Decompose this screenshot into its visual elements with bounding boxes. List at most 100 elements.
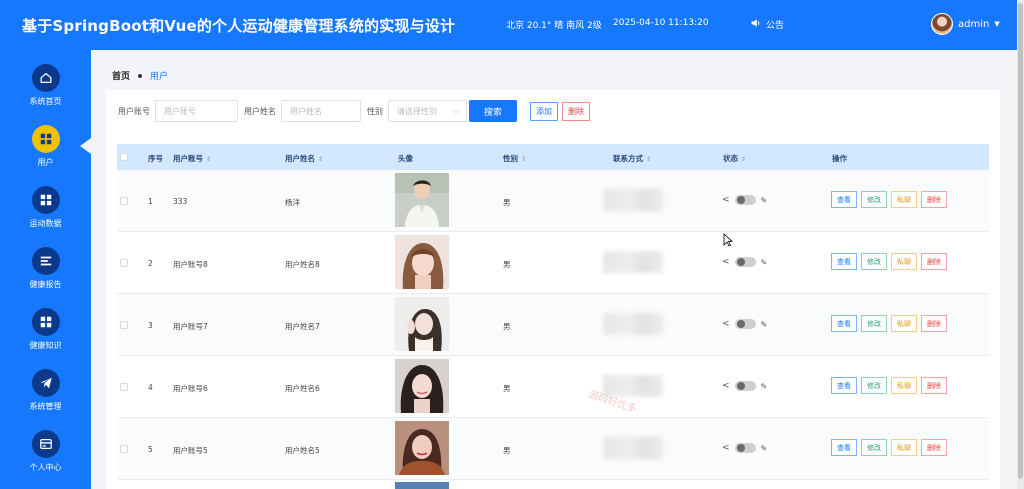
sort-icon: ⇕ xyxy=(318,156,324,163)
view-button[interactable]: 查看 xyxy=(831,253,857,270)
column-name[interactable]: 用户姓名 ⇕ xyxy=(285,153,323,164)
grid-icon xyxy=(31,308,60,336)
table-row: 3 用户账号7 用户姓名7 男 < ✎ 查看 修改 私聊 删除 xyxy=(117,294,989,356)
sidebar-item-label: 健康知识 xyxy=(29,341,62,350)
sort-icon: ⇕ xyxy=(646,156,652,163)
account-search-input[interactable]: 用户账号 xyxy=(155,100,238,122)
add-button[interactable]: 添加 xyxy=(530,102,558,121)
status-toggle[interactable] xyxy=(734,443,756,453)
column-account[interactable]: 用户账号 ⇕ xyxy=(173,153,211,164)
row-name: 用户姓名5 xyxy=(285,446,320,455)
delete-button[interactable]: 删除 xyxy=(921,191,947,208)
sidebar-item-label: 个人中心 xyxy=(29,463,62,472)
row-account: 用户账号8 xyxy=(173,260,208,269)
table-row: 4 用户账号6 用户姓名6 男 < ✎ 查看 修改 私聊 删除 xyxy=(117,356,989,418)
notice-button[interactable]: 公告 xyxy=(750,17,784,32)
view-button[interactable]: 查看 xyxy=(831,315,857,332)
edit-pen-icon[interactable]: ✎ xyxy=(761,196,768,205)
edit-button[interactable]: 修改 xyxy=(861,191,887,208)
contact-blurred xyxy=(603,437,663,459)
app-title: 基于SpringBoot和Vue的个人运动健康管理系统的实现与设计 xyxy=(22,16,456,35)
column-name-label: 用户姓名 xyxy=(285,154,315,163)
user-avatar-image[interactable] xyxy=(395,297,449,351)
edit-pen-icon[interactable]: ✎ xyxy=(761,258,768,267)
column-contact-label: 联系方式 xyxy=(613,154,643,163)
edit-pen-icon[interactable]: ✎ xyxy=(761,382,768,391)
share-icon[interactable]: < xyxy=(722,195,730,205)
chat-button[interactable]: 私聊 xyxy=(891,253,917,270)
view-button[interactable]: 查看 xyxy=(831,377,857,394)
sidebar-item-label: 系统首页 xyxy=(29,97,62,106)
sort-icon: ⇕ xyxy=(521,156,527,163)
contact-blurred xyxy=(603,313,663,335)
user-avatar-image[interactable] xyxy=(395,235,449,289)
edit-button[interactable]: 修改 xyxy=(861,253,887,270)
row-index: 1 xyxy=(148,197,153,206)
user-avatar[interactable] xyxy=(931,13,953,35)
page-scrollbar[interactable] xyxy=(1017,0,1024,489)
row-checkbox[interactable] xyxy=(120,445,128,453)
select-all-checkbox[interactable] xyxy=(120,153,128,161)
search-button[interactable]: 搜索 xyxy=(469,100,517,122)
share-icon[interactable]: < xyxy=(722,319,730,329)
sidebar-item-health-knowledge[interactable]: 健康知识 xyxy=(0,294,91,352)
column-status[interactable]: 状态 ⇕ xyxy=(723,153,746,164)
status-cell: < ✎ xyxy=(722,381,767,391)
delete-button[interactable]: 删除 xyxy=(921,439,947,456)
sidebar-item-profile[interactable]: 个人中心 xyxy=(0,416,91,474)
sidebar-item-label: 运动数据 xyxy=(29,219,62,228)
user-avatar-image[interactable] xyxy=(395,173,449,227)
delete-button[interactable]: 删除 xyxy=(921,377,947,394)
edit-button[interactable]: 修改 xyxy=(861,377,887,394)
share-icon[interactable]: < xyxy=(722,257,730,267)
username: admin xyxy=(958,18,990,30)
chat-button[interactable]: 私聊 xyxy=(891,191,917,208)
view-button[interactable]: 查看 xyxy=(831,191,857,208)
batch-delete-button[interactable]: 删除 xyxy=(562,102,590,121)
status-toggle[interactable] xyxy=(734,257,756,267)
view-button[interactable]: 查看 xyxy=(831,439,857,456)
scrollbar-thumb[interactable] xyxy=(1018,3,1023,479)
share-icon[interactable]: < xyxy=(722,443,730,453)
status-toggle[interactable] xyxy=(734,381,756,391)
chat-button[interactable]: 私聊 xyxy=(891,439,917,456)
active-indicator xyxy=(80,138,91,154)
sidebar-item-home[interactable]: 系统首页 xyxy=(0,50,91,108)
breadcrumb-home[interactable]: 首页 xyxy=(112,69,130,82)
user-menu[interactable]: admin ▼ xyxy=(931,13,1000,35)
delete-button[interactable]: 删除 xyxy=(921,253,947,270)
edit-pen-icon[interactable]: ✎ xyxy=(761,320,768,329)
row-checkbox[interactable] xyxy=(120,259,128,267)
breadcrumb-separator xyxy=(138,73,143,78)
sidebar-item-sports-data[interactable]: 运动数据 xyxy=(0,172,91,230)
row-gender: 男 xyxy=(503,384,511,393)
table-row: 2 用户账号8 用户姓名8 男 < ✎ 查看 修改 私聊 删除 xyxy=(117,232,989,294)
status-toggle[interactable] xyxy=(734,319,756,329)
sidebar-item-system-management[interactable]: 系统管理 xyxy=(0,355,91,413)
status-toggle[interactable] xyxy=(734,195,756,205)
row-checkbox[interactable] xyxy=(120,197,128,205)
gender-select[interactable]: 请选择性别 ⌵ xyxy=(388,100,467,122)
sort-icon: ⇕ xyxy=(206,156,212,163)
grid-icon xyxy=(31,186,60,214)
edit-pen-icon[interactable]: ✎ xyxy=(761,444,768,453)
column-contact[interactable]: 联系方式 ⇕ xyxy=(613,153,651,164)
chat-button[interactable]: 私聊 xyxy=(891,315,917,332)
column-gender[interactable]: 性别 ⇕ xyxy=(503,153,526,164)
row-actions: 查看 修改 私聊 删除 xyxy=(831,253,947,270)
sidebar-item-users[interactable]: 用户 xyxy=(0,111,91,169)
chat-button[interactable]: 私聊 xyxy=(891,377,917,394)
user-avatar-image[interactable] xyxy=(395,359,449,413)
row-index: 5 xyxy=(148,445,153,454)
name-search-input[interactable]: 用户姓名 xyxy=(281,100,361,122)
edit-button[interactable]: 修改 xyxy=(861,439,887,456)
status-cell: < ✎ xyxy=(722,319,767,329)
delete-button[interactable]: 删除 xyxy=(921,315,947,332)
row-checkbox[interactable] xyxy=(120,321,128,329)
edit-button[interactable]: 修改 xyxy=(861,315,887,332)
row-checkbox[interactable] xyxy=(120,383,128,391)
user-avatar-image[interactable] xyxy=(395,421,449,475)
home-icon xyxy=(31,64,60,92)
share-icon[interactable]: < xyxy=(722,381,730,391)
sidebar-item-health-report[interactable]: 健康报告 xyxy=(0,233,91,291)
